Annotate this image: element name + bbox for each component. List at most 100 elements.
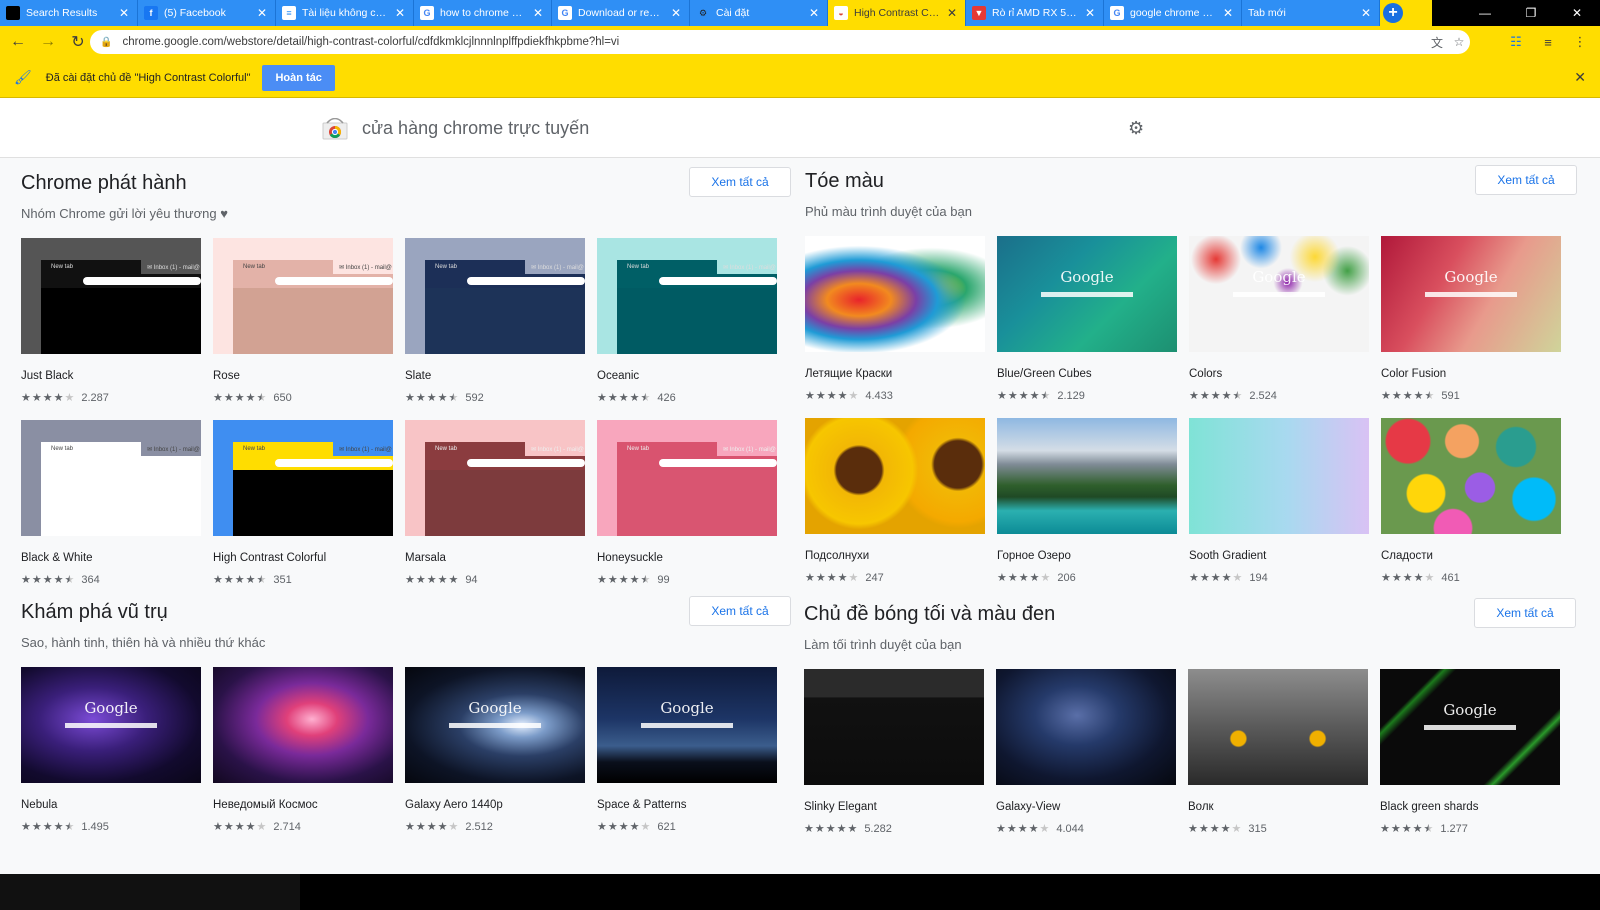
theme-card[interactable]: Google Galaxy Aero 1440p ★★★★★ 2.512 — [405, 667, 585, 833]
store-title[interactable]: cửa hàng chrome trực tuyến — [362, 118, 589, 139]
theme-thumbnail[interactable] — [1188, 669, 1368, 785]
tab-close-icon[interactable]: ✕ — [1359, 6, 1373, 20]
theme-thumbnail[interactable]: New tab ✉ Inbox (1) - mail@ — [21, 238, 201, 354]
theme-card[interactable]: Горное Озеро ★★★★★ 206 — [997, 418, 1177, 584]
theme-name[interactable]: Black & White — [21, 552, 201, 564]
theme-name[interactable]: High Contrast Colorful — [213, 552, 393, 564]
theme-thumbnail[interactable]: New tab ✉ Inbox (1) - mail@ — [597, 420, 777, 536]
theme-card[interactable]: New tab ✉ Inbox (1) - mail@ Slate ★★★★★ 592 — [405, 238, 585, 404]
tab-close-icon[interactable]: ✕ — [669, 6, 683, 20]
tab-4[interactable]: Ghow to chrome desktop theme ✕ — [414, 0, 552, 26]
theme-card[interactable]: New tab ✉ Inbox (1) - mail@ High Contrast … — [213, 420, 393, 586]
theme-name[interactable]: Honeysuckle — [597, 552, 777, 564]
theme-thumbnail[interactable]: New tab ✉ Inbox (1) - mail@ — [213, 420, 393, 536]
theme-card[interactable]: Slinky Elegant ★★★★★ 5.282 — [804, 669, 984, 835]
section-title[interactable]: Tóe màu — [805, 170, 884, 193]
new-tab-button[interactable]: + — [1380, 0, 1406, 26]
tab-3[interactable]: ≡ Tài liệu không có tiêu đề ✕ — [276, 0, 414, 26]
forward-icon[interactable]: → — [36, 30, 60, 54]
theme-thumbnail[interactable] — [997, 418, 1177, 534]
theme-card[interactable]: Неведомый Космос ★★★★★ 2.714 — [213, 667, 393, 833]
theme-card[interactable]: Google Blue/Green Cubes ★★★★★ 2.129 — [997, 236, 1177, 402]
theme-name[interactable]: Nebula — [21, 799, 201, 811]
close-icon[interactable]: ✕ — [1574, 69, 1586, 86]
theme-name[interactable]: Rose — [213, 370, 393, 382]
theme-name[interactable]: Blue/Green Cubes — [997, 368, 1177, 380]
theme-name[interactable]: Slate — [405, 370, 585, 382]
theme-card[interactable]: Galaxy-View ★★★★★ 4.044 — [996, 669, 1176, 835]
theme-name[interactable]: Galaxy Aero 1440p — [405, 799, 585, 811]
theme-card[interactable]: Google Colors ★★★★★ 2.524 — [1189, 236, 1369, 402]
minimize-icon[interactable]: — — [1462, 0, 1508, 26]
theme-name[interactable]: Неведомый Космос — [213, 799, 393, 811]
theme-card[interactable]: Google Color Fusion ★★★★★ 591 — [1381, 236, 1561, 402]
theme-card[interactable]: New tab ✉ Inbox (1) - mail@ Oceanic ★★★★★ 42… — [597, 238, 777, 404]
reading-list-icon[interactable]: ≡ — [1538, 35, 1558, 50]
theme-card[interactable]: New tab ✉ Inbox (1) - mail@ Marsala ★★★★★ 94 — [405, 420, 585, 586]
theme-name[interactable]: Just Black — [21, 370, 201, 382]
theme-card[interactable]: New tab ✉ Inbox (1) - mail@ Just Black ★★★★… — [21, 238, 201, 404]
tab-close-icon[interactable]: ✕ — [255, 6, 269, 20]
see-all-button[interactable]: Xem tất cả — [689, 596, 791, 626]
theme-thumbnail[interactable]: New tab ✉ Inbox (1) - mail@ — [597, 238, 777, 354]
theme-card[interactable]: Подсолнухи ★★★★★ 247 — [805, 418, 985, 584]
extension-translate-icon[interactable]: ☷ — [1506, 34, 1526, 50]
theme-card[interactable]: Волк ★★★★★ 315 — [1188, 669, 1368, 835]
theme-thumbnail[interactable] — [805, 418, 985, 534]
theme-card[interactable]: Sooth Gradient ★★★★★ 194 — [1189, 418, 1369, 584]
tab-9[interactable]: Ggoogle chrome store ✕ — [1104, 0, 1242, 26]
back-icon[interactable]: ← — [6, 30, 30, 54]
section-title[interactable]: Chrome phát hành — [21, 172, 187, 195]
theme-thumbnail[interactable]: New tab ✉ Inbox (1) - mail@ — [405, 238, 585, 354]
menu-icon[interactable]: ⋮ — [1570, 34, 1590, 50]
tab-5[interactable]: G Download or remove themes ✕ — [552, 0, 690, 26]
tab-10[interactable]: Tab mới ✕ — [1242, 0, 1380, 26]
address-bar[interactable]: 🔒 chrome.google.com/webstore/detail/high… — [90, 30, 1470, 54]
theme-name[interactable]: Sooth Gradient — [1189, 550, 1369, 562]
theme-thumbnail[interactable]: New tab ✉ Inbox (1) - mail@ — [21, 420, 201, 536]
tab-close-icon[interactable]: ✕ — [117, 6, 131, 20]
tab-7[interactable]: ◒ High Contrast Colorful ✕ — [828, 0, 966, 26]
undo-button[interactable]: Hoàn tác — [262, 64, 335, 91]
theme-thumbnail[interactable]: New tab ✉ Inbox (1) - mail@ — [213, 238, 393, 354]
theme-name[interactable]: Black green shards — [1380, 801, 1560, 813]
theme-card[interactable]: Google Space & Patterns ★★★★★ 621 — [597, 667, 777, 833]
theme-card[interactable]: Летящие Краски ★★★★★ 4.433 — [805, 236, 985, 402]
url-text[interactable]: chrome.google.com/webstore/detail/high-c… — [122, 36, 1426, 48]
theme-name[interactable]: Горное Озеро — [997, 550, 1177, 562]
tab-8[interactable]: ▼ Rò rỉ AMD RX 5600 ✕ — [966, 0, 1104, 26]
theme-name[interactable]: Сладости — [1381, 550, 1561, 562]
theme-thumbnail[interactable]: Google — [997, 236, 1177, 352]
theme-name[interactable]: Space & Patterns — [597, 799, 777, 811]
tab-close-icon[interactable]: ✕ — [807, 6, 821, 20]
close-window-icon[interactable]: ✕ — [1554, 0, 1600, 26]
theme-card[interactable]: New tab ✉ Inbox (1) - mail@ Honeysuckle ★★★… — [597, 420, 777, 586]
maximize-icon[interactable]: ❐ — [1508, 0, 1554, 26]
section-title[interactable]: Khám phá vũ trụ — [21, 601, 168, 624]
theme-name[interactable]: Подсолнухи — [805, 550, 985, 562]
bookmark-star-icon[interactable]: ☆ — [1448, 35, 1470, 49]
settings-gear-icon[interactable]: ⚙ — [1128, 118, 1144, 139]
tab-close-icon[interactable]: ✕ — [945, 6, 959, 20]
webstore-logo-icon[interactable] — [322, 118, 348, 140]
theme-thumbnail[interactable] — [1381, 418, 1561, 534]
see-all-button[interactable]: Xem tất cả — [689, 167, 791, 197]
theme-thumbnail[interactable]: Google — [21, 667, 201, 783]
theme-name[interactable]: Летящие Краски — [805, 368, 985, 380]
translate-icon[interactable]: 文 — [1426, 34, 1448, 51]
theme-name[interactable]: Colors — [1189, 368, 1369, 380]
see-all-button[interactable]: Xem tất cả — [1474, 598, 1576, 628]
tab-2[interactable]: f (5) Facebook ✕ — [138, 0, 276, 26]
theme-card[interactable]: Google Black green shards ★★★★★ 1.277 — [1380, 669, 1560, 835]
tab-close-icon[interactable]: ✕ — [531, 6, 545, 20]
theme-thumbnail[interactable]: Google — [1381, 236, 1561, 352]
theme-thumbnail[interactable]: Google — [1189, 236, 1369, 352]
theme-card[interactable]: New tab ✉ Inbox (1) - mail@ Rose ★★★★★ 650 — [213, 238, 393, 404]
theme-card[interactable]: New tab ✉ Inbox (1) - mail@ Black & White ★… — [21, 420, 201, 586]
theme-thumbnail[interactable] — [996, 669, 1176, 785]
tab-close-icon[interactable]: ✕ — [1083, 6, 1097, 20]
theme-thumbnail[interactable] — [1189, 418, 1369, 534]
theme-thumbnail[interactable] — [805, 236, 985, 352]
theme-name[interactable]: Galaxy-View — [996, 801, 1176, 813]
theme-thumbnail[interactable]: Google — [405, 667, 585, 783]
